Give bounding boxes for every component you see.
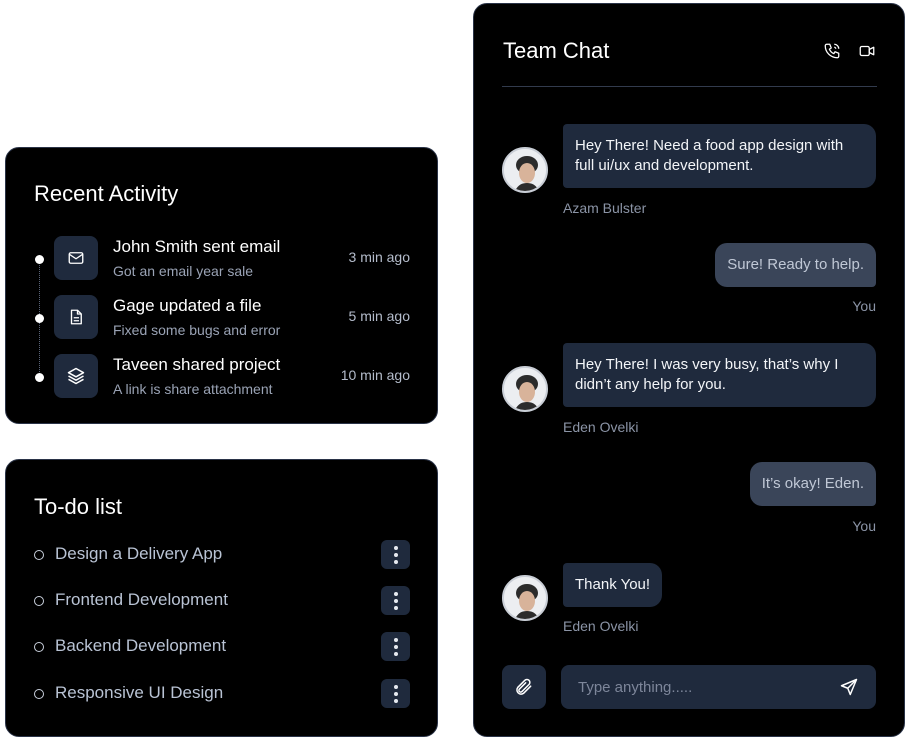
- todo-checkbox[interactable]: [34, 596, 44, 606]
- activity-subtitle: Fixed some bugs and error: [113, 322, 281, 338]
- timeline-dot: [35, 373, 44, 382]
- mail-icon: [54, 236, 98, 280]
- more-options-icon[interactable]: [381, 586, 410, 615]
- message-bubble-outgoing: Sure! Ready to help.: [715, 243, 876, 287]
- activity-item[interactable]: Gage updated a file Fixed some bugs and …: [6, 295, 439, 341]
- message-sender: Azam Bulster: [563, 200, 647, 216]
- todo-checkbox[interactable]: [34, 689, 44, 699]
- message-input[interactable]: [561, 665, 821, 709]
- send-icon[interactable]: [838, 676, 860, 698]
- avatar: [502, 366, 548, 412]
- activity-time: 5 min ago: [348, 308, 410, 324]
- activity-item[interactable]: Taveen shared project A link is share at…: [6, 354, 439, 400]
- team-chat-card: Team Chat Hey There! Need a food app des…: [473, 3, 905, 737]
- video-icon[interactable]: [856, 40, 878, 62]
- file-icon: [54, 295, 98, 339]
- message-sender: You: [852, 518, 876, 534]
- message-sender: You: [852, 298, 876, 314]
- more-options-icon[interactable]: [381, 679, 410, 708]
- todo-label: Responsive UI Design: [55, 683, 224, 702]
- timeline-dot: [35, 314, 44, 323]
- todo-label: Frontend Development: [55, 590, 228, 609]
- todo-checkbox[interactable]: [34, 550, 44, 560]
- todo-card: To-do list Design a Delivery App Fronten…: [5, 459, 438, 737]
- activity-subtitle: Got an email year sale: [113, 263, 254, 279]
- chat-title: Team Chat: [503, 38, 610, 63]
- activity-title: John Smith sent email: [113, 237, 281, 256]
- todo-label: Design a Delivery App: [55, 544, 223, 563]
- todo-item[interactable]: Frontend Development: [6, 586, 439, 616]
- more-options-icon[interactable]: [381, 632, 410, 661]
- todo-item[interactable]: Design a Delivery App: [6, 540, 439, 570]
- activity-item[interactable]: John Smith sent email Got an email year …: [6, 236, 439, 282]
- activity-time: 3 min ago: [348, 249, 410, 265]
- avatar: [502, 147, 548, 193]
- message-composer: [561, 665, 876, 709]
- activity-title: Taveen shared project: [113, 355, 281, 374]
- todo-label: Backend Development: [55, 636, 227, 655]
- todo-item[interactable]: Responsive UI Design: [6, 679, 439, 709]
- phone-icon[interactable]: [821, 40, 843, 62]
- todo-checkbox[interactable]: [34, 642, 44, 652]
- message-sender: Eden Ovelki: [563, 618, 639, 634]
- message-bubble-incoming: Hey There! Need a food app design with f…: [563, 124, 876, 188]
- message-bubble-incoming: Thank You!: [563, 563, 663, 607]
- layers-icon: [54, 354, 98, 398]
- more-options-icon[interactable]: [381, 540, 410, 569]
- todo-title: To-do list: [34, 494, 123, 519]
- activity-subtitle: A link is share attachment: [113, 381, 273, 397]
- recent-activity-card: Recent Activity John Smith sent email Go…: [5, 147, 438, 424]
- todo-item[interactable]: Backend Development: [6, 632, 439, 662]
- paperclip-icon[interactable]: [502, 665, 546, 709]
- message-bubble-outgoing: It’s okay! Eden.: [749, 462, 876, 506]
- activity-title: Gage updated a file: [113, 296, 262, 315]
- avatar: [502, 575, 548, 621]
- chat-divider: [502, 86, 877, 87]
- timeline-dot: [35, 255, 44, 264]
- recent-activity-title: Recent Activity: [34, 181, 179, 206]
- activity-time: 10 min ago: [340, 367, 410, 383]
- message-bubble-incoming: Hey There! I was very busy, that’s why I…: [563, 343, 876, 407]
- message-sender: Eden Ovelki: [563, 419, 639, 435]
